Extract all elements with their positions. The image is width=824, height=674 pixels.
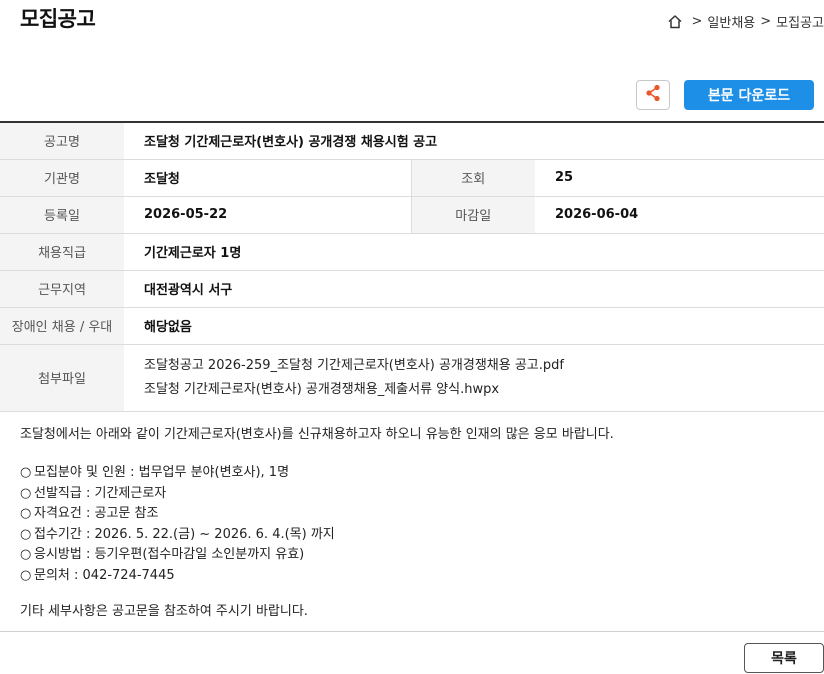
list-item: ○ 응시방법 : 등기우편(접수마감일 소인분까지 유효)	[20, 545, 810, 566]
list-item: ○ 문의처 : 042-724-7445	[20, 566, 810, 587]
posting-body: 조달청에서는 아래와 같이 기간제근로자(변호사)를 신규채용하고자 하오니 유…	[20, 425, 810, 635]
bullet-circle: ○	[20, 526, 32, 542]
table-row: 등록일 2026-05-22 마감일 2026-06-04	[0, 196, 824, 234]
attachments-list: 조달청공고 2026-259_조달청 기간제근로자(변호사) 공개경쟁채용 공고…	[124, 344, 824, 412]
disability-preference-value: 해당없음	[124, 307, 824, 345]
deadline-value: 2026-06-04	[535, 196, 824, 234]
breadcrumb-separator: >	[760, 14, 772, 29]
intro-text: 조달청에서는 아래와 같이 기간제근로자(변호사)를 신규채용하고자 하오니 유…	[20, 427, 614, 442]
list-item: ○ 접수기간 : 2026. 5. 22.(금) ~ 2026. 6. 4.(목)…	[20, 525, 810, 546]
bullet-circle: ○	[20, 485, 32, 501]
list-item-text: 접수기간 : 2026. 5. 22.(금) ~ 2026. 6. 4.(목) …	[34, 526, 335, 542]
divider	[0, 631, 824, 632]
breadcrumb-item-general-hiring[interactable]: 일반채용	[707, 12, 755, 31]
outro-text: 기타 세부사항은 공고문을 참조하여 주시기 바랍니다.	[20, 604, 308, 619]
position-value: 기간제근로자 1명	[124, 233, 824, 271]
deadline-label: 마감일	[410, 196, 535, 234]
views-label: 조회	[410, 159, 535, 197]
agency-value: 조달청	[124, 159, 411, 197]
download-content-button[interactable]: 본문 다운로드	[684, 80, 814, 110]
attachment-link-pdf[interactable]: 조달청공고 2026-259_조달청 기간제근로자(변호사) 공개경쟁채용 공고…	[144, 354, 824, 378]
bullet-circle: ○	[20, 547, 32, 562]
list-item-text: 문의처 : 042-724-7445	[34, 567, 175, 583]
bullet-circle: ○	[20, 506, 32, 521]
detail-list: ○ 모집분야 및 인원 : 법무업무 분야(변호사), 1명 ○ 선발직급 : 기간…	[20, 463, 810, 586]
registration-date-label: 등록일	[0, 196, 124, 234]
list-item: ○ 자격요건 : 공고문 참조	[20, 504, 810, 525]
list-item-text: 선발직급 : 기간제근로자	[34, 485, 167, 501]
table-row: 첨부파일 조달청공고 2026-259_조달청 기간제근로자(변호사) 공개경쟁…	[0, 344, 824, 412]
breadcrumb-separator: >	[691, 14, 703, 29]
table-row: 채용직급 기간제근로자 1명	[0, 233, 824, 271]
bullet-circle: ○	[20, 465, 32, 480]
views-value: 25	[535, 159, 824, 197]
work-location-value: 대전광역시 서구	[124, 270, 824, 308]
home-icon[interactable]	[667, 14, 683, 29]
page-title: 모집공고	[20, 7, 96, 31]
list-item: ○ 모집분야 및 인원 : 법무업무 분야(변호사), 1명	[20, 463, 810, 484]
share-button[interactable]	[636, 80, 670, 110]
list-button[interactable]: 목록	[744, 643, 824, 673]
title-value: 조달청 기간제근로자(변호사) 공개경쟁 채용시험 공고	[124, 122, 824, 160]
work-location-label: 근무지역	[0, 270, 124, 308]
title-label: 공고명	[0, 122, 124, 160]
bullet-circle: ○	[20, 567, 32, 583]
list-item: ○ 선발직급 : 기간제근로자	[20, 484, 810, 505]
agency-label: 기관명	[0, 159, 124, 197]
list-item-text: 모집분야 및 인원 : 법무업무 분야(변호사), 1명	[34, 465, 290, 480]
registration-date-value: 2026-05-22	[124, 196, 411, 234]
position-label: 채용직급	[0, 233, 124, 271]
table-row: 기관명 조달청 조회 25	[0, 159, 824, 197]
table-row: 장애인 채용 / 우대 해당없음	[0, 307, 824, 345]
posting-info-table: 공고명 조달청 기간제근로자(변호사) 공개경쟁 채용시험 공고 기관명 조달청…	[0, 121, 824, 412]
table-row: 근무지역 대전광역시 서구	[0, 270, 824, 308]
disability-preference-label: 장애인 채용 / 우대	[0, 307, 124, 345]
attachment-link-hwpx[interactable]: 조달청 기간제근로자(변호사) 공개경쟁채용_제출서류 양식.hwpx	[144, 378, 824, 402]
breadcrumb: > 일반채용 > 모집공고	[667, 12, 824, 31]
share-icon	[645, 84, 661, 106]
list-item-text: 응시방법 : 등기우편(접수마감일 소인분까지 유효)	[34, 547, 305, 562]
table-row: 공고명 조달청 기간제근로자(변호사) 공개경쟁 채용시험 공고	[0, 122, 824, 160]
attachments-label: 첨부파일	[0, 344, 124, 412]
list-item-text: 자격요건 : 공고문 참조	[34, 506, 159, 521]
breadcrumb-item-recruitment[interactable]: 모집공고	[776, 12, 824, 31]
